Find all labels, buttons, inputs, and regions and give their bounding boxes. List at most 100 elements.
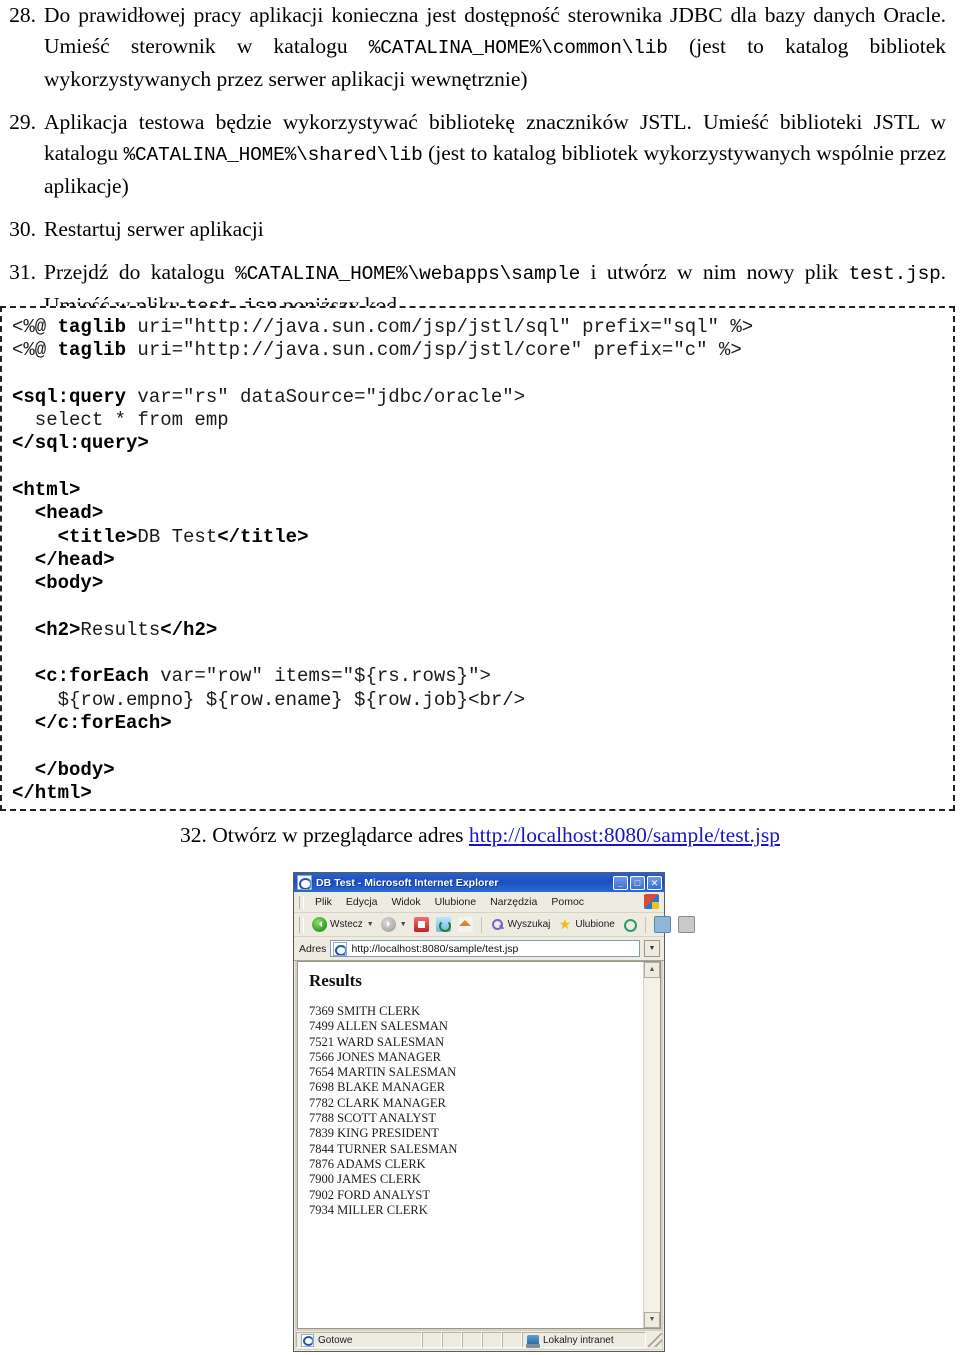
resize-grip[interactable] <box>648 1333 662 1347</box>
browser-statusbar: Gotowe Lokalny intranet <box>296 1331 662 1349</box>
instruction-list: 28. Do prawidłowej pracy aplikacji konie… <box>0 0 960 335</box>
list-item-32: 32. Otwórz w przeglądarce adres http://l… <box>0 820 960 851</box>
browser-titlebar: DB Test - Microsoft Internet Explorer _ … <box>294 873 664 892</box>
employee-row: 7499 ALLEN SALESMAN <box>309 1019 448 1034</box>
test-jsp-link[interactable]: http://localhost:8080/sample/test.jsp <box>469 823 780 847</box>
employee-row: 7788 SCOTT ANALYST <box>309 1111 437 1126</box>
chevron-down-icon[interactable]: ▼ <box>367 921 374 928</box>
status-slot <box>482 1332 502 1348</box>
list-item-number: 29. <box>9 110 36 134</box>
status-text-cell: Gotowe <box>296 1332 422 1348</box>
code-segment: %CATALINA_HOME%\shared\lib <box>123 144 423 166</box>
menu-item-widok[interactable]: Widok <box>384 895 427 909</box>
menu-item-edycja[interactable]: Edycja <box>339 895 385 909</box>
list-item-number: 32. <box>179 823 207 847</box>
employee-rows: 7369 SMITH CLERK 7499 ALLEN SALESMAN 7521 … <box>309 1004 643 1218</box>
list-item: 29. Aplikacja testowa będzie wykorzystyw… <box>0 107 960 202</box>
text-segment: Przejdź do katalogu <box>44 260 236 284</box>
close-icon[interactable]: ✕ <box>647 875 662 890</box>
employee-row: 7902 FORD ANALYST <box>309 1187 430 1202</box>
network-globe-icon <box>526 1334 540 1348</box>
home-icon <box>457 917 473 932</box>
code-listing-box: <%@ taglib uri="http://java.sun.com/jsp/… <box>0 306 955 811</box>
window-controls: _ □ ✕ <box>613 875 662 890</box>
back-icon <box>312 917 327 932</box>
menu-item-ulubione[interactable]: Ulubione <box>428 895 483 909</box>
employee-row: 7654 MARTIN SALESMAN <box>309 1065 457 1080</box>
address-dropdown-icon[interactable]: ▼ <box>644 940 660 957</box>
browser-window: DB Test - Microsoft Internet Explorer _ … <box>293 872 695 1352</box>
print-button[interactable] <box>676 915 697 934</box>
history-icon <box>622 917 637 932</box>
vertical-scrollbar[interactable]: ▲ ▼ <box>643 962 660 1328</box>
forward-button[interactable]: ▼ <box>379 916 409 933</box>
forward-icon <box>380 917 396 932</box>
page-icon <box>333 941 348 956</box>
browser-toolbar: Wstecz ▼ ▼ Wyszukaj ★ Ulubione <box>294 913 695 937</box>
back-button[interactable]: Wstecz ▼ <box>310 916 376 933</box>
print-icon <box>677 916 695 933</box>
search-button[interactable]: Wyszukaj <box>488 916 553 933</box>
list-item-number: 30. <box>9 217 36 241</box>
menu-item-narzedzia[interactable]: Narzędzia <box>483 895 544 909</box>
list-item: 28. Do prawidłowej pracy aplikacji konie… <box>0 0 960 95</box>
list-item: 30. Restartuj serwer aplikacji <box>0 214 960 245</box>
code-segment: %CATALINA_HOME%\common\lib <box>368 37 668 59</box>
maximize-icon[interactable]: □ <box>630 875 645 890</box>
security-zone-cell[interactable]: Lokalny intranet <box>522 1332 646 1348</box>
menu-item-plik[interactable]: Plik <box>308 895 339 909</box>
mail-button[interactable] <box>652 915 673 934</box>
refresh-button[interactable] <box>434 916 453 933</box>
toolbar-separator <box>644 916 646 933</box>
security-zone-text: Lokalny intranet <box>543 1334 614 1346</box>
employee-row: 7521 WARD SALESMAN <box>309 1034 445 1049</box>
employee-row: 7934 MILLER CLERK <box>309 1202 428 1217</box>
toolbar-grip[interactable] <box>299 916 304 933</box>
internet-explorer-icon <box>297 875 312 890</box>
home-button[interactable] <box>456 916 475 933</box>
employee-row: 7839 KING PRESIDENT <box>309 1126 439 1141</box>
back-label: Wstecz <box>330 919 363 930</box>
list-item-text: Otwórz w przeglądarce adres <box>212 823 469 847</box>
code-listing: <%@ taglib uri="http://java.sun.com/jsp/… <box>12 316 754 804</box>
minimize-icon[interactable]: _ <box>613 875 628 890</box>
employee-row: 7876 ADAMS CLERK <box>309 1156 426 1171</box>
code-segment: %CATALINA_HOME%\webapps\sample <box>235 263 581 285</box>
menu-item-pomoc[interactable]: Pomoc <box>544 895 591 909</box>
employee-row: 7566 JONES MANAGER <box>309 1049 441 1064</box>
status-slot <box>502 1332 522 1348</box>
stop-button[interactable] <box>412 916 431 933</box>
toolbar-separator <box>480 916 482 933</box>
status-slot <box>422 1332 442 1348</box>
favorites-button[interactable]: ★ Ulubione <box>555 916 616 933</box>
scroll-down-icon[interactable]: ▼ <box>644 1312 660 1328</box>
search-label: Wyszukaj <box>507 919 551 930</box>
refresh-icon <box>435 917 451 932</box>
mail-icon <box>653 916 671 933</box>
list-item-text: Aplikacja testowa będzie wykorzystywać b… <box>44 107 960 202</box>
text-segment: Restartuj serwer aplikacji <box>44 217 264 241</box>
history-button[interactable] <box>620 916 639 933</box>
windows-flag-icon <box>644 894 659 909</box>
internet-explorer-icon <box>301 1333 314 1347</box>
list-item-text: Do prawidłowej pracy aplikacji konieczna… <box>44 0 960 95</box>
search-icon <box>490 917 505 932</box>
window-title: DB Test - Microsoft Internet Explorer <box>316 876 499 889</box>
text-segment: i utwórz w nim nowy plik <box>580 260 849 284</box>
page-heading: Results <box>309 971 362 990</box>
chevron-down-icon[interactable]: ▼ <box>400 921 407 928</box>
favorites-label: Ulubione <box>575 919 615 930</box>
address-input[interactable]: http://localhost:8080/sample/test.jsp <box>330 940 640 957</box>
stop-icon <box>413 917 429 932</box>
employee-row: 7369 SMITH CLERK <box>309 1004 421 1018</box>
list-item-number: 28. <box>9 3 36 27</box>
employee-row: 7844 TURNER SALESMAN <box>309 1141 458 1156</box>
address-url: http://localhost:8080/sample/test.jsp <box>351 942 519 955</box>
browser-menubar: Plik Edycja Widok Ulubione Narzędzia Pom… <box>294 892 664 913</box>
scroll-up-icon[interactable]: ▲ <box>644 962 660 978</box>
employee-row: 7782 CLARK MANAGER <box>309 1095 446 1110</box>
employee-row: 7698 BLAKE MANAGER <box>309 1080 446 1095</box>
list-item-number: 31. <box>9 260 36 284</box>
scrollbar-track[interactable] <box>644 978 660 1312</box>
status-slot <box>462 1332 482 1348</box>
